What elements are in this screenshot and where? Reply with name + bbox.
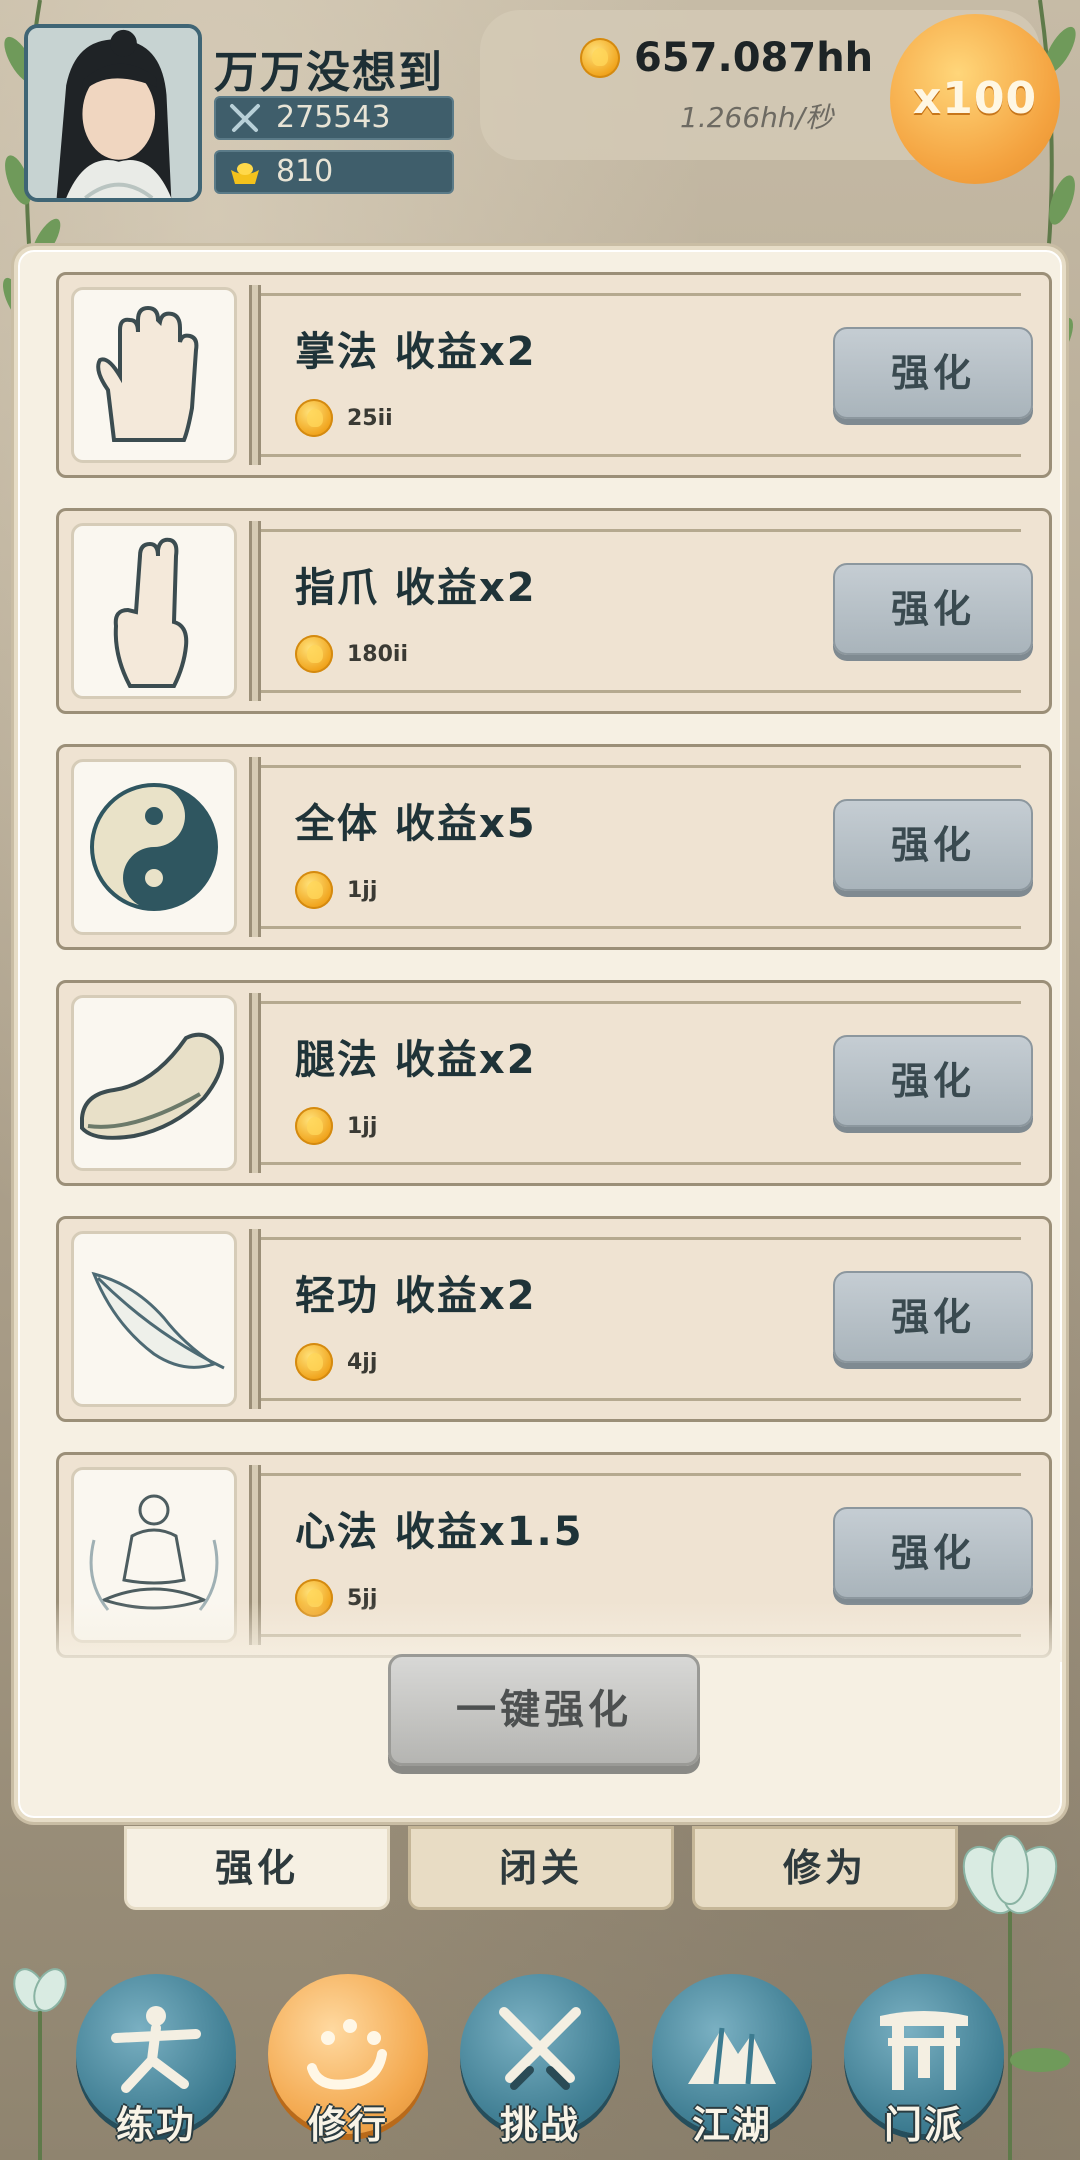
martial-stance-icon [111,2006,201,2093]
crossed-swords-icon [230,104,260,132]
mountain-icon [688,2027,776,2085]
nav-practice-label: 练功 [115,2103,196,2147]
enhance-button[interactable]: 强化 [833,799,1033,891]
card-icon-frame [71,1231,237,1407]
card-cost: 1jj [295,1107,377,1145]
card-title: 指爪 收益x2 [295,565,537,611]
two-finger-icon [113,537,189,688]
flame-coin-icon [295,871,333,909]
enhance-button[interactable]: 强化 [833,1035,1033,1127]
flame-coin-icon [580,38,620,78]
combat-power-badge: 275543 [214,96,454,140]
lotus-decoration-left [13,1968,67,2160]
flame-coin-icon [295,1107,333,1145]
card-cost-value: 25ii [347,405,393,431]
card-icon-frame [71,995,237,1171]
nav-challenge-label: 挑战 [499,2103,580,2147]
one-key-enhance-button[interactable]: 一键强化 [388,1654,700,1766]
gold-ingot-icon [231,163,259,184]
character-portrait [28,28,198,198]
combat-power-value: 275543 [276,100,391,135]
top-status-bar: 万万没想到 275543 810 657.087hh 1.266hh/秒 x10… [0,0,1080,240]
palm-icon [96,305,199,442]
card-title: 腿法 收益x2 [295,1037,537,1083]
avatar[interactable] [24,24,202,202]
card-divider [249,993,261,1173]
card-cost: 180ii [295,635,408,673]
card-icon-frame [71,287,237,463]
upgrade-card: 掌法 收益x2 25ii 强化 [56,272,1052,478]
card-cost: 4jj [295,1343,377,1381]
card-cost: 25ii [295,399,393,437]
card-title: 掌法 收益x2 [295,329,537,375]
nav-sect-label: 门派 [883,2103,964,2147]
card-divider [249,285,261,465]
flame-coin-icon [295,1343,333,1381]
upgrade-card: 全体 收益x5 1jj 强化 [56,744,1052,950]
card-divider [249,1229,261,1409]
yin-yang-icon [90,783,218,911]
tab-seclusion[interactable]: 闭关 [408,1826,674,1910]
card-icon-frame [71,523,237,699]
coin-balance-value: 657.087hh [634,35,874,81]
coin-balance: 657.087hh [580,34,873,82]
card-cost-value: 1jj [347,1113,378,1139]
nav-cultivate-label: 修行 [307,2103,388,2147]
card-divider [249,521,261,701]
gold-ingot-badge: 810 [214,150,454,194]
upgrade-card: 腿法 收益x2 1jj 强化 [56,980,1052,1186]
card-title: 心法 收益x1.5 [295,1509,584,1555]
flame-coin-icon [295,635,333,673]
flame-coin-icon [295,399,333,437]
shoe-icon [80,1032,224,1140]
enhance-button[interactable]: 强化 [833,1271,1033,1363]
crossed-swords-icon [499,2007,581,2090]
feather-icon [91,1271,225,1370]
tab-enhance[interactable]: 强化 [124,1826,390,1910]
multiplier-button[interactable]: x100 [890,14,1060,184]
card-icon-frame [71,759,237,935]
coin-rate: 1.266hh/秒 [680,101,834,134]
enhance-button[interactable]: 强化 [833,327,1033,419]
upgrade-panel: 掌法 收益x2 25ii 强化 指爪 收益x2 180ii 强化 全体 收益x5… [14,246,1066,1822]
card-cost-value: 1jj [347,877,378,903]
card-divider [249,757,261,937]
upgrade-card: 轻功 收益x2 4jj 强化 [56,1216,1052,1422]
enhance-button[interactable]: 强化 [833,563,1033,655]
nav-jianghu-label: 江湖 [691,2103,772,2147]
upgrade-list[interactable]: 掌法 收益x2 25ii 强化 指爪 收益x2 180ii 强化 全体 收益x5… [42,272,1062,1662]
gold-ingot-value: 810 [276,154,334,189]
tab-cultivation[interactable]: 修为 [692,1826,958,1910]
card-title: 轻功 收益x2 [295,1273,537,1319]
enhance-button[interactable]: 强化 [833,1507,1033,1599]
card-cost: 1jj [295,871,377,909]
list-fade-overlay [42,1602,1062,1662]
upgrade-card: 指爪 收益x2 180ii 强化 [56,508,1052,714]
card-cost-value: 4jj [347,1349,378,1375]
card-cost-value: 180ii [347,641,409,667]
player-name: 万万没想到 [214,47,444,98]
gate-icon [880,2011,968,2090]
card-title: 全体 收益x5 [295,801,537,847]
heart-icon [307,2019,387,2090]
